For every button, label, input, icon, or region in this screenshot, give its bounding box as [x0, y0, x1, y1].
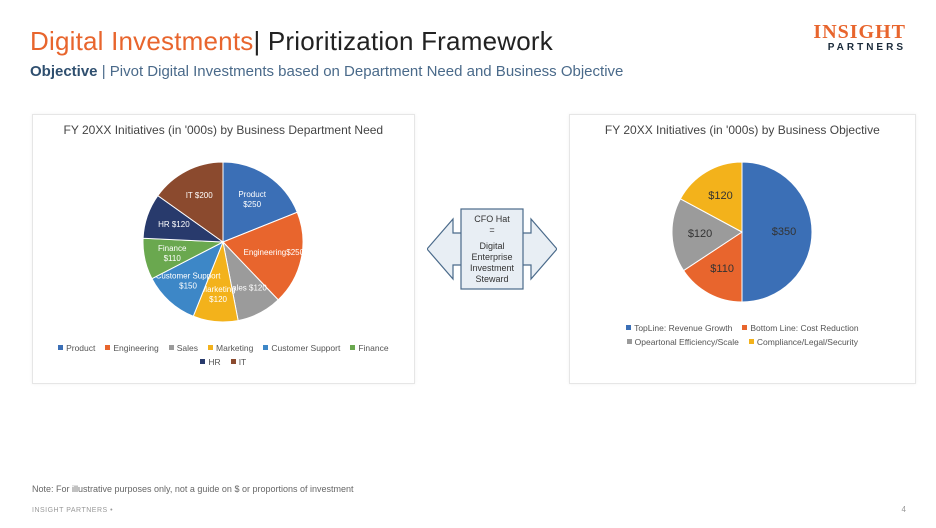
legend-item: HR [200, 357, 220, 367]
legend-item: Sales [169, 343, 198, 353]
slice-label: $110 [711, 262, 735, 274]
logo-wordmark-top: INSIGHT [813, 22, 906, 42]
legend-item: Compliance/Legal/Security [749, 337, 858, 347]
legend-item: Customer Support [263, 343, 340, 353]
slice-label: $150 [179, 281, 197, 290]
subtitle-label: Objective [30, 63, 98, 80]
slice-label: HR $120 [158, 220, 190, 229]
slice-label: Customer Support [156, 271, 222, 280]
logo-wordmark-bottom: PARTNERS [813, 43, 906, 53]
legend-item: Opeartonal Efficiency/Scale [627, 337, 739, 347]
legend-swatch [263, 345, 268, 350]
legend-label: IT [239, 357, 247, 367]
legend-label: Engineering [113, 343, 158, 353]
legend-swatch [350, 345, 355, 350]
chart-left-legend: Product Engineering Sales Marketing Customer… [33, 337, 414, 373]
title-highlight: Digital Investments [30, 26, 253, 56]
legend-item: Product [58, 343, 95, 353]
slice-label: Product [239, 190, 267, 199]
center-arrow-box: CFO Hat = Digital Enterprise Investment … [427, 189, 557, 309]
legend-swatch [208, 345, 213, 350]
legend-swatch [626, 325, 631, 330]
legend-label: Finance [358, 343, 388, 353]
legend-label: Customer Support [271, 343, 340, 353]
legend-item: IT [231, 357, 247, 367]
center-line4: Enterprise [471, 252, 512, 262]
slice-label: Engineering$250 [244, 248, 305, 257]
chart-right-container: FY 20XX Initiatives (in '000s) by Busine… [569, 114, 916, 384]
slice-label: $350 [772, 226, 796, 238]
center-line1: CFO Hat [474, 214, 510, 224]
chart-left-pie: Product$250Engineering$250Sales $120Mark… [123, 147, 323, 337]
brand-logo: INSIGHT PARTNERS [813, 22, 906, 53]
center-line5: Investment [470, 263, 515, 273]
chart-right-pie-wrap: $350 $110 $120 $120 [570, 143, 915, 317]
slice-label: $120 [709, 189, 733, 201]
legend-item: Bottom Line: Cost Reduction [742, 323, 858, 333]
legend-swatch [627, 339, 632, 344]
chart-left-container: FY 20XX Initiatives (in '000s) by Busine… [32, 114, 415, 384]
two-way-arrow-icon: CFO Hat = Digital Enterprise Investment … [427, 189, 557, 309]
slice-label: IT $200 [186, 190, 214, 199]
legend-label: Sales [177, 343, 198, 353]
subtitle-text: | Pivot Digital Investments based on Dep… [98, 63, 624, 80]
legend-label: Marketing [216, 343, 253, 353]
legend-swatch [749, 339, 754, 344]
legend-item: Engineering [105, 343, 158, 353]
slice-label: $120 [688, 227, 712, 239]
legend-label: HR [208, 357, 220, 367]
legend-label: Compliance/Legal/Security [757, 337, 858, 347]
slice-label: Finance [158, 244, 187, 253]
footnote: Note: For illustrative purposes only, no… [32, 484, 354, 494]
legend-item: Marketing [208, 343, 253, 353]
center-line6: Steward [475, 274, 508, 284]
legend-swatch [200, 359, 205, 364]
slide-subtitle: Objective | Pivot Digital Investments ba… [30, 63, 906, 80]
main-content: FY 20XX Initiatives (in '000s) by Busine… [0, 80, 936, 384]
slice-label: $120 [209, 294, 227, 303]
legend-swatch [742, 325, 747, 330]
slide-title: Digital Investments| Prioritization Fram… [30, 26, 906, 57]
title-rest: | Prioritization Framework [253, 26, 552, 56]
center-line2: = [489, 225, 494, 235]
legend-swatch [105, 345, 110, 350]
footer-left: INSIGHT PARTNERS • [32, 507, 113, 514]
legend-swatch [58, 345, 63, 350]
slice-label: $110 [164, 254, 182, 263]
legend-swatch [231, 359, 236, 364]
legend-label: Opeartonal Efficiency/Scale [635, 337, 739, 347]
chart-right-title: FY 20XX Initiatives (in '000s) by Busine… [570, 115, 915, 143]
chart-left-pie-wrap: Product$250Engineering$250Sales $120Mark… [33, 143, 414, 337]
legend-swatch [169, 345, 174, 350]
slide-header: Digital Investments| Prioritization Fram… [0, 0, 936, 80]
legend-label: TopLine: Revenue Growth [634, 323, 732, 333]
slice-label: $250 [244, 200, 262, 209]
center-line3: Digital [479, 241, 504, 251]
chart-right-pie: $350 $110 $120 $120 [652, 147, 832, 317]
chart-left-title: FY 20XX Initiatives (in '000s) by Busine… [33, 115, 414, 143]
page-number: 4 [902, 505, 906, 514]
legend-label: Product [66, 343, 95, 353]
chart-right-legend: TopLine: Revenue Growth Bottom Line: Cost… [570, 317, 915, 353]
legend-item: TopLine: Revenue Growth [626, 323, 732, 333]
legend-label: Bottom Line: Cost Reduction [750, 323, 858, 333]
legend-item: Finance [350, 343, 388, 353]
